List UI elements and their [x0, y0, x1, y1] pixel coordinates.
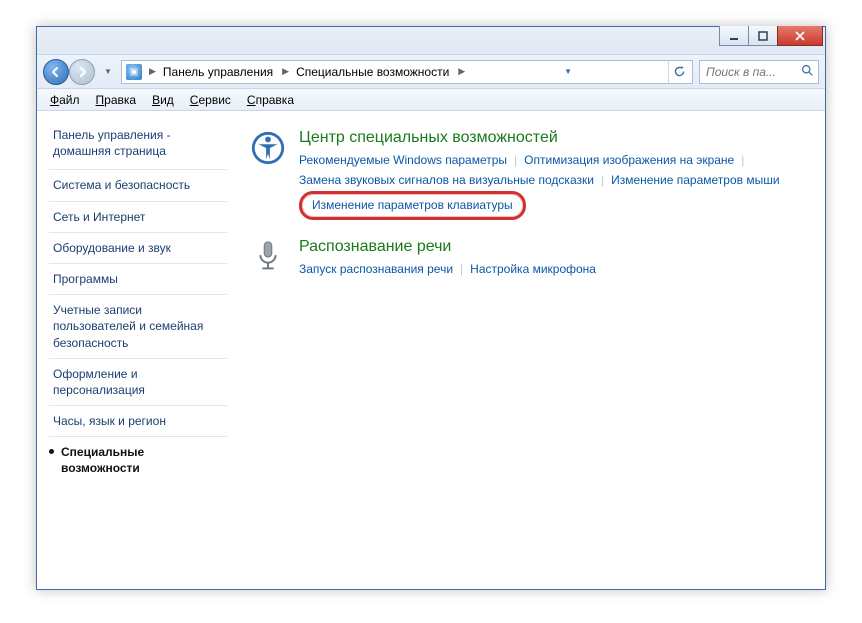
content-pane: Центр специальных возможностей Рекоменду…: [239, 111, 825, 589]
category-title-ease-of-access[interactable]: Центр специальных возможностей: [299, 129, 813, 147]
nav-history-dropdown[interactable]: ▼: [101, 62, 115, 82]
minimize-button[interactable]: [719, 26, 749, 46]
divider: [49, 358, 227, 359]
menu-view[interactable]: Вид: [145, 91, 181, 109]
menu-bar: Файл Правка Вид Сервис Справка: [37, 89, 825, 111]
maximize-icon: [758, 31, 768, 41]
link-divider: |: [507, 153, 524, 167]
divider: [49, 232, 227, 233]
sidebar-item-7[interactable]: Специальные возможности: [43, 439, 233, 481]
breadcrumb-dropdown[interactable]: ▼: [559, 61, 577, 83]
sidebar-item-6[interactable]: Часы, язык и регион: [43, 408, 233, 434]
arrow-left-icon: [50, 66, 62, 78]
divider: [49, 263, 227, 264]
task-link[interactable]: Изменение параметров клавиатуры: [312, 197, 513, 213]
link-divider: |: [453, 262, 470, 276]
menu-edit[interactable]: Правка: [89, 91, 144, 109]
category-ease-of-access: Центр специальных возможностей Рекоменду…: [249, 129, 813, 220]
category-speech: Распознавание речи Запуск распознавания …: [249, 238, 813, 279]
sidebar-item-2[interactable]: Оборудование и звук: [43, 235, 233, 261]
category-links: Запуск распознавания речи|Настройка микр…: [299, 259, 596, 279]
refresh-button[interactable]: [668, 61, 690, 83]
sidebar-item-4[interactable]: Учетные записи пользователей и семейная …: [43, 297, 233, 356]
address-bar-row: ▼ ▶ Панель управления ▶ Специальные возм…: [37, 55, 825, 89]
task-link[interactable]: Рекомендуемые Windows параметры: [299, 150, 507, 170]
task-link[interactable]: Запуск распознавания речи: [299, 259, 453, 279]
sidebar-home-link[interactable]: Панель управления - домашняя страница: [43, 123, 233, 167]
category-body: Центр специальных возможностей Рекоменду…: [299, 129, 813, 220]
close-icon: [795, 31, 805, 41]
search-box[interactable]: [699, 60, 819, 84]
category-links: Рекомендуемые Windows параметры|Оптимиза…: [299, 150, 813, 220]
body: Панель управления - домашняя страница Си…: [37, 111, 825, 589]
menu-file[interactable]: Файл: [43, 91, 87, 109]
category-body: Распознавание речи Запуск распознавания …: [299, 238, 596, 279]
menu-tools[interactable]: Сервис: [183, 91, 238, 109]
divider: [49, 201, 227, 202]
arrow-right-icon: [76, 66, 88, 78]
task-link[interactable]: Настройка микрофона: [470, 259, 596, 279]
divider: [49, 294, 227, 295]
link-divider: |: [594, 173, 611, 187]
divider: [49, 169, 227, 170]
maximize-button[interactable]: [748, 26, 778, 46]
nav-buttons: [43, 59, 95, 85]
breadcrumb-seg-1[interactable]: Панель управления: [159, 61, 277, 83]
task-link[interactable]: Изменение параметров мыши: [611, 170, 780, 190]
chevron-right-icon: ▶: [144, 66, 159, 77]
sidebar-item-1[interactable]: Сеть и Интернет: [43, 204, 233, 230]
titlebar: [37, 27, 825, 55]
window: ▼ ▶ Панель управления ▶ Специальные возм…: [36, 26, 826, 590]
divider: [49, 405, 227, 406]
sidebar-item-0[interactable]: Система и безопасность: [43, 172, 233, 198]
menu-help[interactable]: Справка: [240, 91, 301, 109]
close-button[interactable]: [777, 26, 823, 46]
divider: [49, 436, 227, 437]
back-button[interactable]: [43, 59, 69, 85]
search-icon: [801, 64, 814, 80]
chevron-right-icon: ▶: [277, 66, 292, 77]
refresh-icon: [673, 65, 686, 78]
control-panel-icon: [126, 64, 142, 80]
sidebar-item-3[interactable]: Программы: [43, 266, 233, 292]
highlight-ring: Изменение параметров клавиатуры: [299, 191, 526, 220]
task-link[interactable]: Замена звуковых сигналов на визуальные п…: [299, 170, 594, 190]
minimize-icon: [729, 31, 739, 41]
breadcrumb[interactable]: ▶ Панель управления ▶ Специальные возмож…: [121, 60, 693, 84]
window-controls: [720, 26, 823, 46]
link-divider: |: [734, 153, 751, 167]
category-title-speech[interactable]: Распознавание речи: [299, 238, 596, 256]
microphone-icon: [249, 238, 287, 276]
breadcrumb-seg-2[interactable]: Специальные возможности: [292, 61, 453, 83]
forward-button[interactable]: [69, 59, 95, 85]
chevron-right-icon: ▶: [453, 66, 468, 77]
sidebar-item-5[interactable]: Оформление и персонализация: [43, 361, 233, 403]
search-input[interactable]: [704, 64, 797, 80]
task-link[interactable]: Оптимизация изображения на экране: [524, 150, 734, 170]
sidebar: Панель управления - домашняя страница Си…: [37, 111, 239, 589]
sidebar-list: Система и безопасность Сеть и Интернет Обо…: [43, 172, 233, 481]
ease-of-access-icon: [249, 129, 287, 167]
